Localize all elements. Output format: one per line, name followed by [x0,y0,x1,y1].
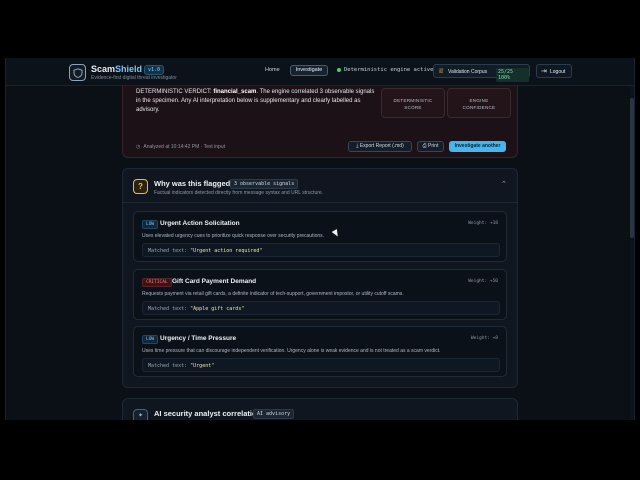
question-icon: ? [133,179,148,194]
nav-investigate-link[interactable]: Investigate [290,65,328,76]
ai-analyst-panel: ✦ AI security analyst correlation AI adv… [122,398,518,420]
signal-weight: Weight: +50 [468,279,498,284]
flagged-signals-panel: ? Why was this flagged? 3 observable sig… [122,168,518,388]
clock-icon: ◷ [136,144,141,150]
validation-corpus-badge[interactable]: ♕ Validation Corpus 25/25 100% [433,64,530,82]
divider [123,202,517,203]
deterministic-score-box: DETERMINISTIC SCORE [381,88,445,118]
verdict-summary: DETERMINISTIC VERDICT: financial_scam. T… [136,89,375,113]
nav-home-link[interactable]: Home [265,67,280,73]
signal-card: CRITICAL Gift Card Payment Demand Weight… [133,269,507,320]
brand-name[interactable]: ScamShield [91,64,142,74]
severity-badge: LOW [142,335,159,344]
matched-text: Matched text: "Apple gift cards" [142,301,500,315]
sparkle-icon: ✦ [133,409,148,420]
severity-badge: LOW [142,220,159,229]
brand-tagline: Evidence-first digital threat investigat… [91,75,177,81]
ai-advisory-badge: AI advisory [253,409,295,419]
chevron-up-icon[interactable]: ⌃ [501,180,507,188]
signal-title: Urgent Action Solicitation [160,220,240,227]
verdict-card: DETERMINISTIC VERDICT: financial_scam. T… [122,74,518,158]
print-button[interactable]: ⎙ Print [417,141,444,152]
analysis-meta: ◷ Analyzed at 10:14:42 PM · Text input [136,144,226,150]
trophy-icon: ♕ [438,68,445,75]
status-dot-icon [337,67,341,72]
logout-button[interactable]: ⇥ Logout [536,64,572,78]
top-navigation-bar: ScamShield v1.0 Evidence-first digital t… [6,58,634,86]
signal-description: Requests payment via retail gift cards, … [142,291,404,297]
signal-weight: Weight: +18 [468,221,498,226]
signal-card: LOW Urgency / Time Pressure Weight: +8 U… [133,326,507,377]
flagged-subtitle: Factual indicators detected directly fro… [154,190,324,196]
severity-badge: CRITICAL [142,278,172,287]
version-badge: v1.0 [144,65,165,75]
export-report-button[interactable]: ⤓ Export Report (.md) [348,141,412,152]
signal-title: Gift Card Payment Demand [172,278,257,285]
engine-confidence-box: ENGINE CONFIDENCE [447,88,511,118]
logout-icon: ⇥ [541,68,547,75]
signal-count-badge: 3 observable signals [230,179,299,189]
corpus-score: 25/25 100% [496,68,529,82]
signal-card: LOW Urgent Action Solicitation Weight: +… [133,211,507,262]
matched-text: Matched text: "Urgent action required" [142,243,500,257]
matched-text: Matched text: "Urgent" [142,358,500,372]
signal-title: Urgency / Time Pressure [160,335,237,342]
verdict-category: financial_scam [213,89,257,95]
investigate-another-button[interactable]: Investigate another [449,141,506,152]
signal-weight: Weight: +8 [470,336,498,341]
scrollbar-thumb[interactable] [630,98,634,238]
signal-description: Uses elevated urgency cues to prioritize… [142,233,325,239]
app-window: ScamShield v1.0 Evidence-first digital t… [5,58,635,420]
engine-status: Deterministic engine active [337,67,433,73]
ai-panel-title: AI security analyst correlation [154,409,262,418]
shield-icon[interactable] [69,64,86,81]
signal-description: Uses time pressure that can discourage i… [142,348,441,354]
flagged-title: Why was this flagged? [154,179,235,188]
